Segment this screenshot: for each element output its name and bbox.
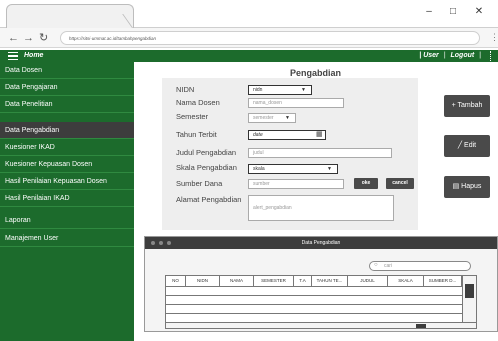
window-titlebar: Data Pengabdian (145, 237, 497, 249)
scrollbar-thumb[interactable] (465, 284, 474, 298)
calendar-icon[interactable]: ▦ (316, 130, 323, 138)
scrollbar-thumb[interactable] (416, 324, 426, 328)
table-row[interactable] (166, 286, 462, 295)
horizontal-scrollbar[interactable] (165, 323, 477, 329)
browser-tab[interactable] (6, 4, 134, 28)
tambah-button[interactable]: + Tambah (444, 95, 490, 117)
separator: | (479, 52, 481, 59)
separator: | (443, 52, 446, 59)
window-title: Data Pengabdian (301, 240, 341, 246)
sidebar-item-hasil-ikad[interactable]: Hasil Penilaian IKAD (0, 190, 134, 207)
table-row[interactable] (166, 304, 462, 313)
nama-dosen-label: Nama Dosen (176, 98, 220, 107)
column-header[interactable]: SKALA (388, 276, 424, 286)
sidebar-item-data-penelitian[interactable]: Data Penelitian (0, 96, 134, 113)
nidn-label: NIDN (176, 85, 195, 94)
app-header: Home | User | Logout | (0, 50, 498, 62)
semester-label: Semester (176, 112, 209, 121)
sidebar-item-hasil-kepuasan[interactable]: Hasil Penilaian Kepuasan Dosen (0, 173, 134, 190)
tahun-terbit-label: Tahun Terbit (176, 130, 217, 139)
nama-dosen-input[interactable]: nama_dosen (248, 98, 344, 108)
cancel-button[interactable]: cancel (386, 178, 414, 189)
data-table: NO NIDN NAMA SEMESTER T.A TAHUN TE... JU… (165, 275, 477, 323)
skala-select[interactable]: skala (248, 164, 338, 174)
address-bar: ← → ↻ https://sitsi-ummat.ac.id/tambahpe… (0, 28, 498, 48)
column-header[interactable]: T.A (294, 276, 312, 286)
browser-menu-icon[interactable]: ⋮ (490, 32, 498, 43)
header-scroll-edge (490, 51, 494, 61)
column-header[interactable]: JUDUL (348, 276, 388, 286)
hapus-button[interactable]: ▤ Hapus (444, 176, 490, 198)
close-icon[interactable]: ✕ (468, 4, 490, 20)
column-header[interactable]: SUMBER D... (424, 276, 462, 286)
oke-button[interactable]: oke (354, 178, 378, 189)
edit-button[interactable]: ╱ Edit (444, 135, 490, 157)
alamat-label: Alamat Pengabdian (176, 195, 242, 204)
minimize-icon[interactable]: – (418, 4, 440, 20)
column-header[interactable]: NAMA (220, 276, 254, 286)
form-panel: NIDN nidn Nama Dosen nama_dosen Semester… (162, 78, 418, 230)
search-icon: ○ (374, 262, 378, 268)
url-field[interactable]: https://sitsi-ummat.ac.id/tambahpengabdi… (60, 31, 480, 45)
sidebar-item-laporan[interactable]: Laporan (0, 212, 134, 229)
forward-arrow-icon[interactable]: → (23, 30, 34, 46)
alamat-textarea[interactable]: alert_pengabdian (248, 195, 394, 221)
data-table-window: Data Pengabdian ○ cari NO NIDN NAMA SEME… (144, 236, 498, 332)
sidebar-item-manajemen-user[interactable]: Manajemen User (0, 230, 134, 247)
column-header[interactable]: TAHUN TE... (312, 276, 348, 286)
search-placeholder: cari (384, 263, 393, 269)
back-arrow-icon[interactable]: ← (8, 30, 19, 46)
table-row[interactable] (166, 313, 462, 322)
sidebar-item-data-dosen[interactable]: Data Dosen (0, 62, 134, 79)
tahun-terbit-input[interactable]: date (248, 130, 326, 140)
sumber-dana-input[interactable]: sumber (248, 179, 344, 189)
user-link[interactable]: User (423, 52, 439, 59)
sidebar-item-data-pengajaran[interactable]: Data Pengajaran (0, 79, 134, 96)
nidn-select[interactable]: nidn (248, 85, 312, 95)
logout-link[interactable]: Logout (451, 52, 475, 59)
sidebar: Data Dosen Data Pengajaran Data Peneliti… (0, 62, 134, 341)
browser-titlebar: – □ ✕ (0, 0, 498, 28)
column-header[interactable]: NIDN (186, 276, 220, 286)
judul-label: Judul Pengabdian (176, 148, 237, 157)
separator: | (419, 52, 422, 59)
user-nav: | User | Logout | (419, 50, 484, 62)
sumber-dana-label: Sumber Dana (176, 179, 223, 188)
search-input[interactable]: ○ cari (369, 261, 471, 271)
home-link[interactable]: Home (24, 50, 43, 62)
sidebar-item-kuesioner-kepuasan[interactable]: Kuesioner Kepuasan Dosen (0, 156, 134, 173)
sidebar-item-kuesioner-ikad[interactable]: Kuesioner IKAD (0, 139, 134, 156)
semester-select[interactable]: semester (248, 113, 296, 123)
maximize-icon[interactable]: □ (442, 4, 464, 20)
column-header[interactable]: SEMESTER (254, 276, 294, 286)
judul-input[interactable]: judul (248, 148, 392, 158)
page-title: Pengabdian (290, 68, 342, 78)
sidebar-item-data-pengabdian[interactable]: Data Pengabdian (0, 122, 134, 139)
skala-label: Skala Pengabdian (176, 163, 237, 172)
hamburger-icon[interactable] (8, 52, 18, 60)
table-row[interactable] (166, 295, 462, 304)
reload-icon[interactable]: ↻ (39, 30, 48, 46)
vertical-scrollbar[interactable] (462, 276, 476, 322)
column-header[interactable]: NO (166, 276, 186, 286)
